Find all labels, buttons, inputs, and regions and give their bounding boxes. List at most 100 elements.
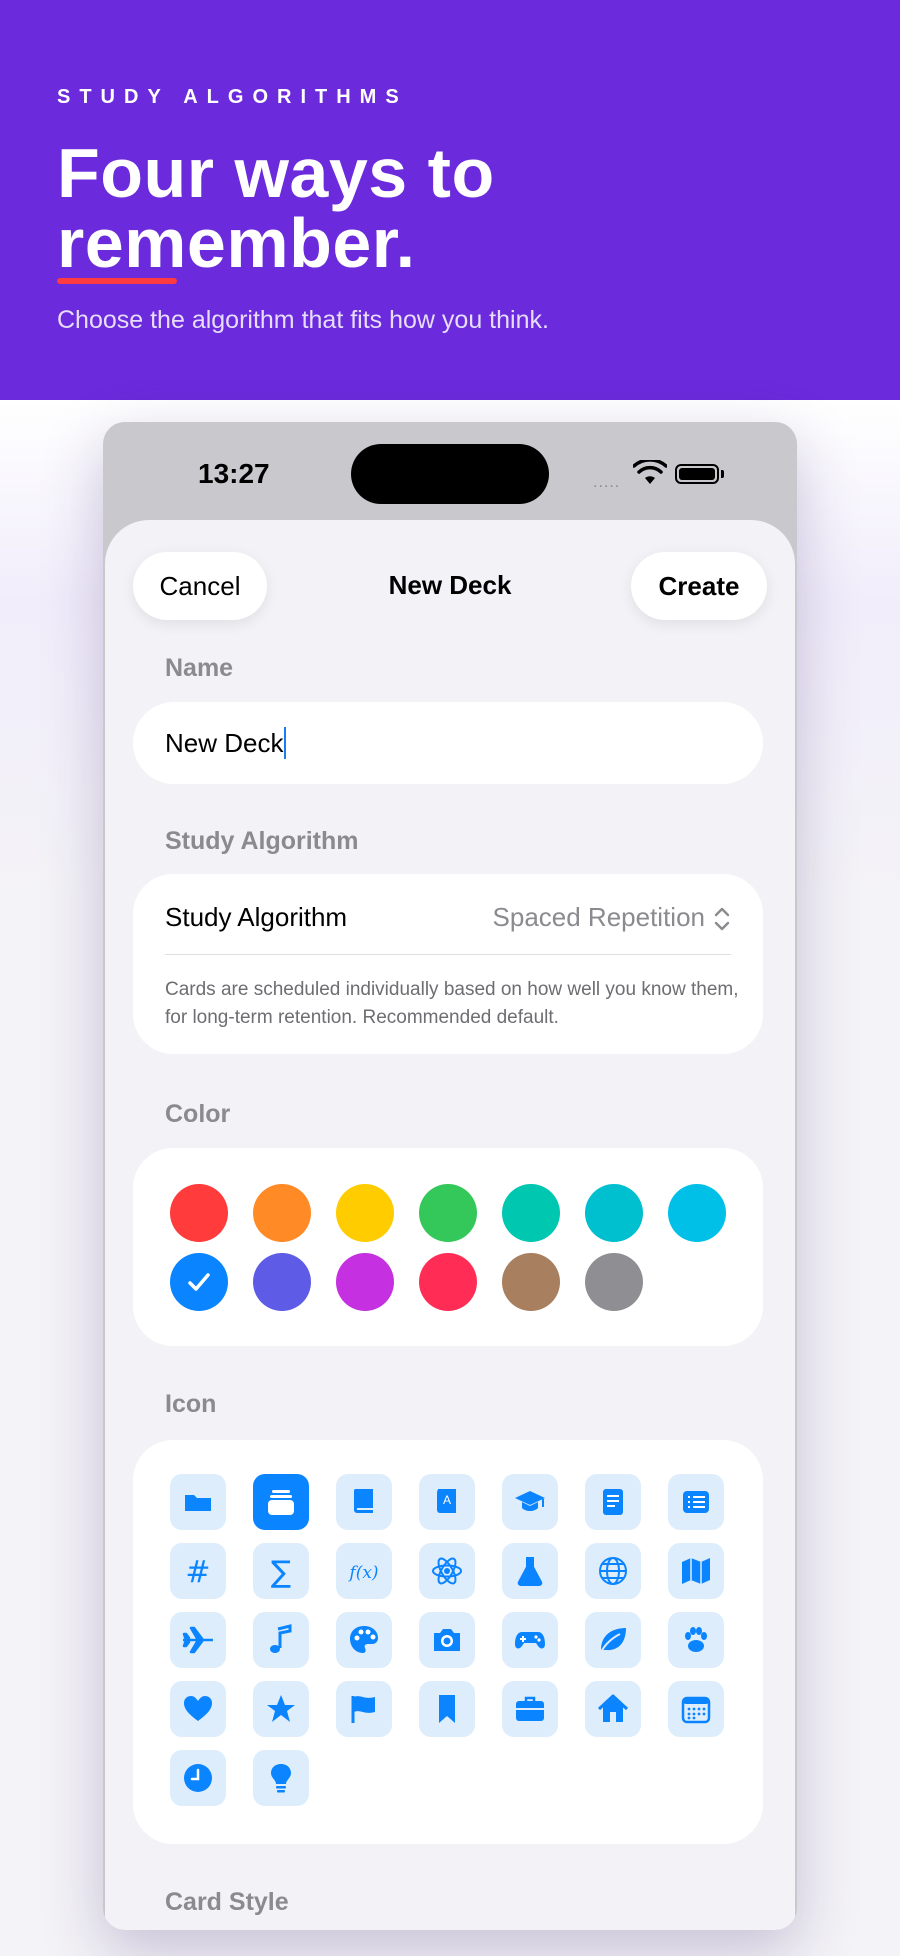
color-swatch-blue[interactable] [170, 1253, 228, 1311]
folder-icon [185, 1495, 211, 1511]
icon-option-graduation-cap[interactable] [502, 1474, 558, 1530]
hero-underline [57, 278, 177, 284]
icon-option-map[interactable] [668, 1543, 724, 1599]
hero-subtitle: Choose the algorithm that fits how you t… [57, 306, 549, 334]
card-style-section-label: Card Style [165, 1888, 289, 1916]
signal-icon: ..... [593, 474, 621, 491]
color-swatch-brown[interactable] [502, 1253, 560, 1311]
icon-section-label: Icon [165, 1390, 217, 1418]
flask-icon [517, 1557, 543, 1586]
gamepad-icon [515, 1632, 545, 1649]
hero-headline-line2: remember. [57, 204, 416, 282]
new-deck-sheet: Cancel New Deck Create Name New Deck Stu… [105, 520, 795, 1930]
algorithm-section-label: Study Algorithm [165, 827, 359, 855]
icon-option-notebook[interactable] [585, 1474, 641, 1530]
color-swatch-yellow[interactable] [336, 1184, 394, 1242]
icon-option-calendar[interactable] [668, 1681, 724, 1737]
icon-option-camera[interactable] [419, 1612, 475, 1668]
icon-option-gamepad[interactable] [502, 1612, 558, 1668]
color-swatch-cyan[interactable] [668, 1184, 726, 1242]
icon-option-atom[interactable] [419, 1543, 475, 1599]
icon-option-heart[interactable] [170, 1681, 226, 1737]
star-icon [267, 1695, 295, 1722]
airplane-icon [182, 1626, 213, 1654]
lightbulb-icon [271, 1764, 291, 1793]
function-icon: f(x) [347, 1563, 378, 1583]
status-time: 13:27 [198, 458, 270, 489]
icon-option-stack[interactable] [253, 1474, 309, 1530]
algorithm-picker[interactable]: Study Algorithm Spaced Repetition [165, 902, 731, 942]
icon-option-list[interactable] [668, 1474, 724, 1530]
hero-headline-line1: Four ways to [57, 134, 495, 212]
icon-option-dictionary[interactable]: A [419, 1474, 475, 1530]
text-caret [284, 727, 287, 759]
create-button[interactable]: Create [631, 552, 767, 620]
icon-option-function[interactable]: f(x) [336, 1543, 392, 1599]
hero-banner: STUDY ALGORITHMS Four ways to remember. … [0, 0, 900, 400]
icon-option-house[interactable] [585, 1681, 641, 1737]
color-swatch-gray[interactable] [585, 1253, 643, 1311]
color-section-label: Color [165, 1100, 231, 1128]
color-swatch-pink[interactable] [419, 1253, 477, 1311]
icon-option-clock[interactable] [170, 1750, 226, 1806]
icon-option-sigma[interactable]: ∑ [253, 1543, 309, 1599]
checkmark-icon [188, 1273, 210, 1291]
icon-option-globe[interactable] [585, 1543, 641, 1599]
leaf-icon [600, 1628, 626, 1653]
color-swatch-indigo[interactable] [253, 1253, 311, 1311]
flag-icon [351, 1696, 375, 1723]
icon-option-leaf[interactable] [585, 1612, 641, 1668]
calendar-icon [681, 1696, 711, 1724]
icon-option-airplane[interactable] [170, 1612, 226, 1668]
icon-option-palette[interactable] [336, 1612, 392, 1668]
chevron-up-down-icon [714, 907, 730, 931]
algorithm-description: Cards are scheduled individually based o… [165, 979, 739, 1028]
house-icon [597, 1694, 629, 1722]
color-swatch-orange[interactable] [253, 1184, 311, 1242]
name-section-label: Name [165, 654, 234, 682]
icon-option-bookmark[interactable] [419, 1681, 475, 1737]
icon-option-book[interactable] [336, 1474, 392, 1530]
battery-cap [721, 470, 724, 478]
phone-mockup: 13:27 ..... Cancel New Deck Create Name … [103, 422, 797, 1930]
svg-text:f(x): f(x) [347, 1563, 378, 1583]
heart-icon [184, 1696, 212, 1721]
color-swatch-red[interactable] [170, 1184, 228, 1242]
dictionary-icon: A [437, 1489, 456, 1513]
color-swatch-green[interactable] [419, 1184, 477, 1242]
graduation-cap-icon [515, 1491, 545, 1511]
music-note-icon [270, 1624, 292, 1653]
notebook-icon [603, 1489, 623, 1515]
book-icon [353, 1489, 373, 1513]
icon-card: A # ∑ f(x) [133, 1440, 763, 1844]
color-swatch-mint[interactable] [502, 1184, 560, 1242]
algorithm-selected-value: Spaced Repetition [492, 902, 705, 932]
algorithm-divider [165, 954, 731, 955]
sigma-icon: ∑ [271, 1555, 291, 1588]
dynamic-island [351, 444, 549, 504]
algorithm-card: Study Algorithm Spaced Repetition Cards … [133, 874, 763, 1054]
color-swatch-teal[interactable] [585, 1184, 643, 1242]
bookmark-icon [439, 1695, 455, 1723]
palette-icon [350, 1626, 378, 1653]
icon-option-hashtag[interactable]: # [170, 1543, 226, 1599]
wifi-icon [633, 460, 667, 484]
icon-option-flag[interactable] [336, 1681, 392, 1737]
icon-option-music-note[interactable] [253, 1612, 309, 1668]
camera-icon [434, 1629, 460, 1651]
deck-name-input[interactable]: New Deck [133, 702, 763, 784]
list-icon [683, 1491, 709, 1513]
icon-option-briefcase[interactable] [502, 1681, 558, 1737]
icon-option-lightbulb[interactable] [253, 1750, 309, 1806]
hero-headline: Four ways to remember. [57, 134, 495, 284]
color-swatch-purple[interactable] [336, 1253, 394, 1311]
svg-text:#: # [185, 1555, 210, 1588]
clock-icon [184, 1764, 212, 1792]
icon-option-star[interactable] [253, 1681, 309, 1737]
deck-name-value: New Deck [165, 727, 284, 758]
color-card [133, 1148, 763, 1346]
icon-option-flask[interactable] [502, 1543, 558, 1599]
map-icon [682, 1558, 710, 1584]
icon-option-pawprint[interactable] [668, 1612, 724, 1668]
icon-option-folder[interactable] [170, 1474, 226, 1530]
